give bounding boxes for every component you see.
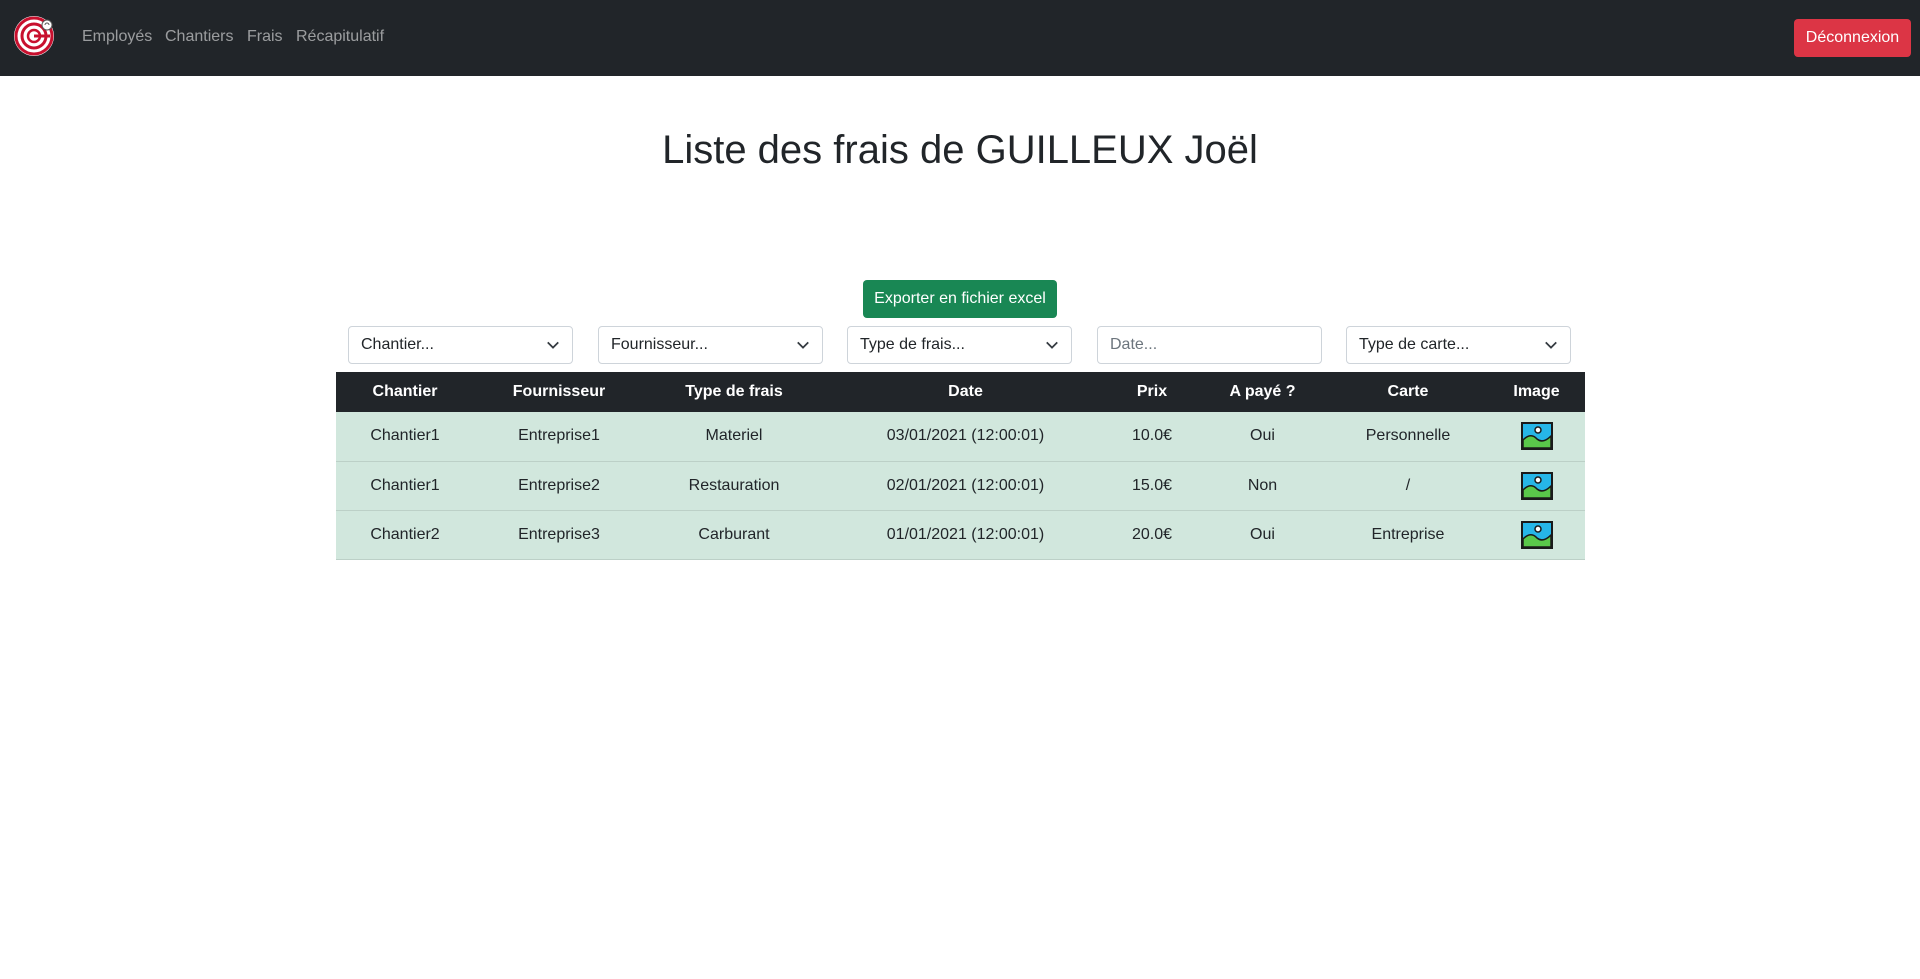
image-icon[interactable] <box>1520 422 1553 451</box>
nav-link-employes[interactable]: Employés <box>82 28 152 46</box>
cell-a-paye: Oui <box>1197 510 1328 560</box>
cell-prix: 10.0€ <box>1107 412 1197 462</box>
chevron-down-icon <box>547 341 559 349</box>
cell-date: 01/01/2021 (12:00:01) <box>824 510 1107 560</box>
type-carte-select[interactable]: Type de carte... <box>1346 326 1571 364</box>
cell-image <box>1488 510 1585 560</box>
cell-fournisseur: Entreprise2 <box>474 461 644 511</box>
table-header-row: Chantier Fournisseur Type de frais Date … <box>336 372 1585 412</box>
fournisseur-select-value: Fournisseur... <box>611 336 708 353</box>
column-header-fournisseur: Fournisseur <box>474 372 644 412</box>
cell-a-paye: Oui <box>1197 412 1328 462</box>
cell-chantier: Chantier2 <box>336 510 474 560</box>
column-header-type-frais: Type de frais <box>644 372 824 412</box>
chantier-select-value: Chantier... <box>361 336 434 353</box>
type-carte-select-value: Type de carte... <box>1359 336 1470 353</box>
table-row: Chantier1 Entreprise2 Restauration 02/01… <box>336 461 1585 511</box>
date-input-placeholder: Date... <box>1110 336 1158 353</box>
column-header-a-paye: A payé ? <box>1197 372 1328 412</box>
chantier-select[interactable]: Chantier... <box>348 326 573 364</box>
column-header-date: Date <box>824 372 1107 412</box>
cell-image <box>1488 412 1585 462</box>
table-row: Chantier1 Entreprise1 Materiel 03/01/202… <box>336 412 1585 462</box>
table-row: Chantier2 Entreprise3 Carburant 01/01/20… <box>336 510 1585 560</box>
chevron-down-icon <box>1545 341 1557 349</box>
frais-table: Chantier Fournisseur Type de frais Date … <box>336 372 1585 560</box>
cell-prix: 15.0€ <box>1107 461 1197 511</box>
cell-carte: Personnelle <box>1328 412 1488 462</box>
cell-date: 02/01/2021 (12:00:01) <box>824 461 1107 511</box>
company-logo[interactable] <box>12 14 56 58</box>
nav-link-recapitulatif[interactable]: Récapitulatif <box>296 28 384 46</box>
fournisseur-select[interactable]: Fournisseur... <box>598 326 823 364</box>
cell-prix: 20.0€ <box>1107 510 1197 560</box>
column-header-image: Image <box>1488 372 1585 412</box>
page-title: Liste des frais de GUILLEUX Joël <box>662 128 1258 172</box>
column-header-prix: Prix <box>1107 372 1197 412</box>
chevron-down-icon <box>797 341 809 349</box>
cell-chantier: Chantier1 <box>336 412 474 462</box>
cell-fournisseur: Entreprise1 <box>474 412 644 462</box>
cell-type-frais: Carburant <box>644 510 824 560</box>
nav-link-frais[interactable]: Frais <box>247 28 283 46</box>
chevron-down-icon <box>1046 341 1058 349</box>
export-excel-button[interactable]: Exporter en fichier excel <box>863 280 1057 318</box>
image-icon[interactable] <box>1520 520 1553 549</box>
cell-chantier: Chantier1 <box>336 461 474 511</box>
date-input[interactable]: Date... <box>1097 326 1322 364</box>
cell-a-paye: Non <box>1197 461 1328 511</box>
cell-type-frais: Restauration <box>644 461 824 511</box>
cell-type-frais: Materiel <box>644 412 824 462</box>
image-icon[interactable] <box>1520 471 1553 500</box>
logout-button[interactable]: Déconnexion <box>1794 19 1911 57</box>
column-header-carte: Carte <box>1328 372 1488 412</box>
type-frais-select-value: Type de frais... <box>860 336 965 353</box>
type-frais-select[interactable]: Type de frais... <box>847 326 1072 364</box>
cell-fournisseur: Entreprise3 <box>474 510 644 560</box>
nav-link-chantiers[interactable]: Chantiers <box>165 28 233 46</box>
cell-date: 03/01/2021 (12:00:01) <box>824 412 1107 462</box>
cell-carte: Entreprise <box>1328 510 1488 560</box>
cell-carte: / <box>1328 461 1488 511</box>
cell-image <box>1488 461 1585 511</box>
column-header-chantier: Chantier <box>336 372 474 412</box>
navbar: Employés Chantiers Frais Récapitulatif D… <box>0 0 1920 76</box>
